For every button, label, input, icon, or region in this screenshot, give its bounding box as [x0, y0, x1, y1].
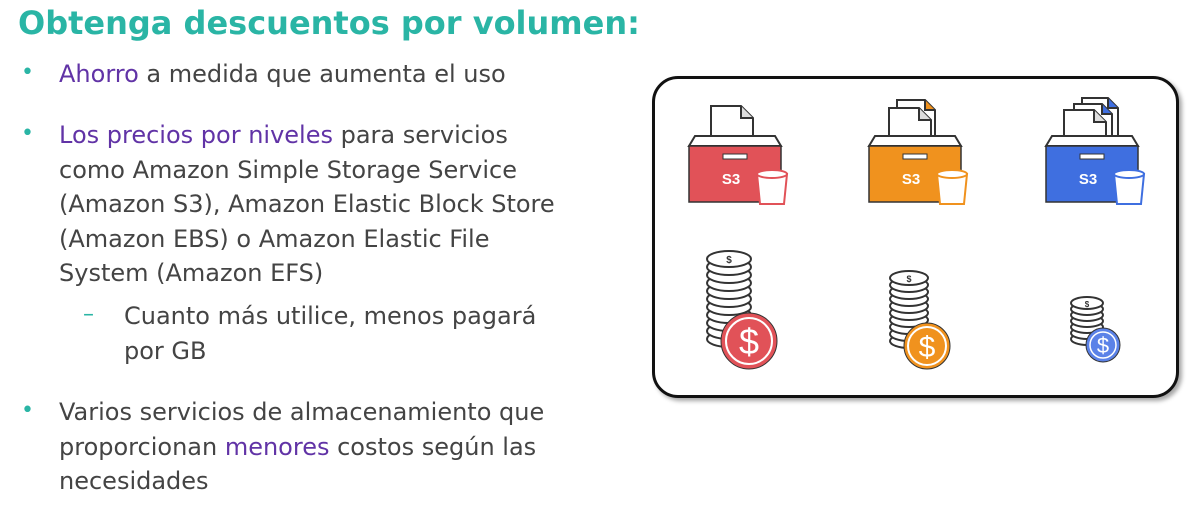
coin-stack-icon: $ $ [706, 250, 778, 370]
bullet-text: (Amazon EBS) o Amazon Elastic File [59, 224, 490, 253]
coin-dollar-small: $ [726, 255, 732, 266]
bullet-dot: • [21, 121, 34, 146]
highlight-text: Ahorro [59, 60, 139, 88]
coin-dollar-symbol: $ [1097, 333, 1109, 358]
bullet-text: costos según las [329, 432, 537, 461]
bullet-text: Varios servicios de almacenamiento que [59, 398, 545, 426]
s3-label: S3 [902, 171, 920, 188]
bullet-text: (Amazon S3), Amazon Elastic Block Store [59, 190, 555, 218]
highlight-text: Los precios por niveles [59, 121, 333, 149]
s3-bucket-icon: S3 [687, 105, 789, 205]
bullet-text: para servicios [332, 121, 508, 149]
coin-dollar-symbol: $ [919, 331, 936, 364]
coin-dollar-small: $ [906, 274, 911, 284]
slide-title: Obtenga descuentos por volumen: [18, 4, 640, 42]
bullet-ahorro: Ahorro a medida que aumenta el uso [59, 57, 506, 92]
sub-bullet-dash: – [83, 302, 94, 327]
bullet-text: por GB [124, 336, 207, 365]
volume-discount-illustration: S3 S3 S3 $ $ $ $ $ $ [652, 76, 1179, 398]
bullet-dot: • [21, 60, 34, 85]
coin-dollar-symbol: $ [739, 321, 759, 362]
bullet-text: como Amazon Simple Storage Service [59, 155, 518, 184]
bullet-dot: • [21, 398, 34, 423]
s3-label: S3 [1079, 171, 1097, 188]
bullet-text: necesidades [59, 467, 209, 495]
highlight-text: menores [224, 432, 330, 461]
s3-label: S3 [722, 171, 740, 188]
s3-bucket-icon: S3 [867, 99, 969, 205]
bullet-text: Cuanto más utilice, menos pagará [124, 302, 537, 330]
bullet-tiered-pricing: Los precios por niveles para servicios c… [59, 118, 555, 291]
bullet-storage-services: Varios servicios de almacenamiento que p… [59, 395, 544, 499]
bullet-text: a medida que aumenta el uso [138, 60, 506, 88]
bullet-text: System (Amazon EFS) [59, 259, 324, 287]
s3-bucket-icon: S3 [1044, 97, 1146, 205]
coin-dollar-small: $ [1085, 300, 1090, 309]
sub-bullet: Cuanto más utilice, menos pagará por GB [124, 299, 536, 368]
bullet-text: proporcionan [59, 432, 225, 461]
coin-stack-icon: $ $ [889, 270, 951, 370]
coin-stack-icon: $ $ [1070, 296, 1121, 363]
